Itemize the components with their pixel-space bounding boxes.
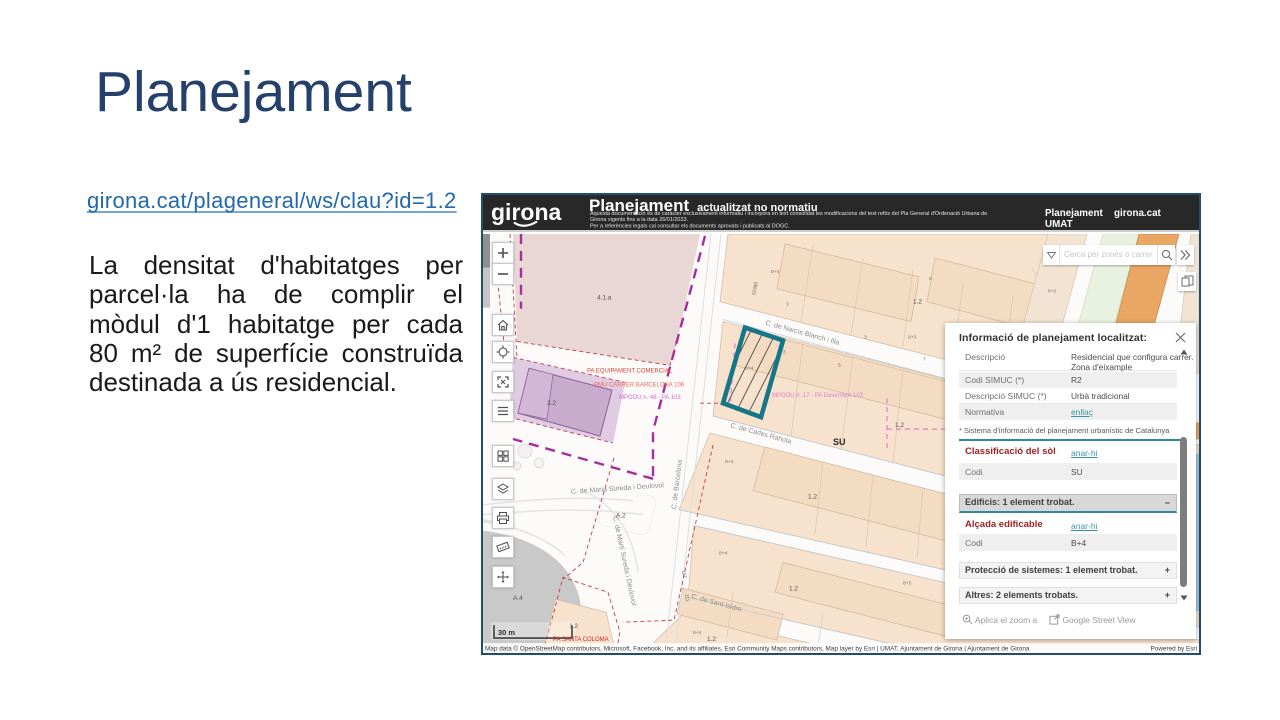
svg-text:8+3: 8+3 bbox=[908, 335, 917, 341]
svg-text:1.2: 1.2 bbox=[789, 585, 798, 592]
svg-text:8+4: 8+4 bbox=[693, 630, 702, 636]
svg-text:1.2: 1.2 bbox=[913, 299, 922, 306]
svg-text:SU: SU bbox=[833, 437, 845, 447]
svg-text:PMU CARRER BARCELONA 106: PMU CARRER BARCELONA 106 bbox=[594, 382, 685, 388]
svg-text:8: 8 bbox=[929, 276, 932, 282]
svg-text:1.2: 1.2 bbox=[707, 636, 716, 643]
svg-text:MPGOU n. 17 - PA Desembre 103: MPGOU n. 17 - PA Desembre 103 bbox=[772, 393, 864, 399]
svg-text:PA EQUIPAMENT COMERCIAL: PA EQUIPAMENT COMERCIAL bbox=[587, 368, 673, 374]
svg-text:3.2: 3.2 bbox=[547, 400, 556, 407]
svg-text:MPGOU n. 46 - PA 103: MPGOU n. 46 - PA 103 bbox=[619, 395, 681, 401]
svg-text:8+4: 8+4 bbox=[725, 459, 734, 465]
svg-text:Powered by Esri: Powered by Esri bbox=[1150, 646, 1197, 653]
svg-text:5: 5 bbox=[838, 362, 841, 368]
svg-text:8+4: 8+4 bbox=[745, 365, 754, 371]
svg-text:4.1.a: 4.1.a bbox=[597, 295, 612, 302]
svg-text:PA SANTA COLOMA: PA SANTA COLOMA bbox=[553, 637, 609, 643]
svg-text:3: 3 bbox=[783, 349, 786, 355]
svg-text:3: 3 bbox=[786, 302, 789, 308]
svg-text:1.2: 1.2 bbox=[808, 494, 817, 501]
svg-text:1.2: 1.2 bbox=[895, 422, 904, 429]
svg-text:8+3: 8+3 bbox=[903, 580, 912, 586]
svg-text:A.2: A.2 bbox=[616, 513, 626, 520]
svg-text:8+4: 8+4 bbox=[771, 269, 780, 275]
svg-text:30 m: 30 m bbox=[498, 628, 515, 637]
svg-text:3: 3 bbox=[864, 335, 867, 341]
svg-text:Map data © OpenStreetMap contr: Map data © OpenStreetMap contributors, M… bbox=[485, 645, 1030, 653]
svg-text:7: 7 bbox=[923, 356, 926, 362]
svg-text:8+4: 8+4 bbox=[719, 550, 728, 556]
svg-text:8+2: 8+2 bbox=[1048, 289, 1057, 295]
svg-text:A.4: A.4 bbox=[513, 595, 523, 602]
